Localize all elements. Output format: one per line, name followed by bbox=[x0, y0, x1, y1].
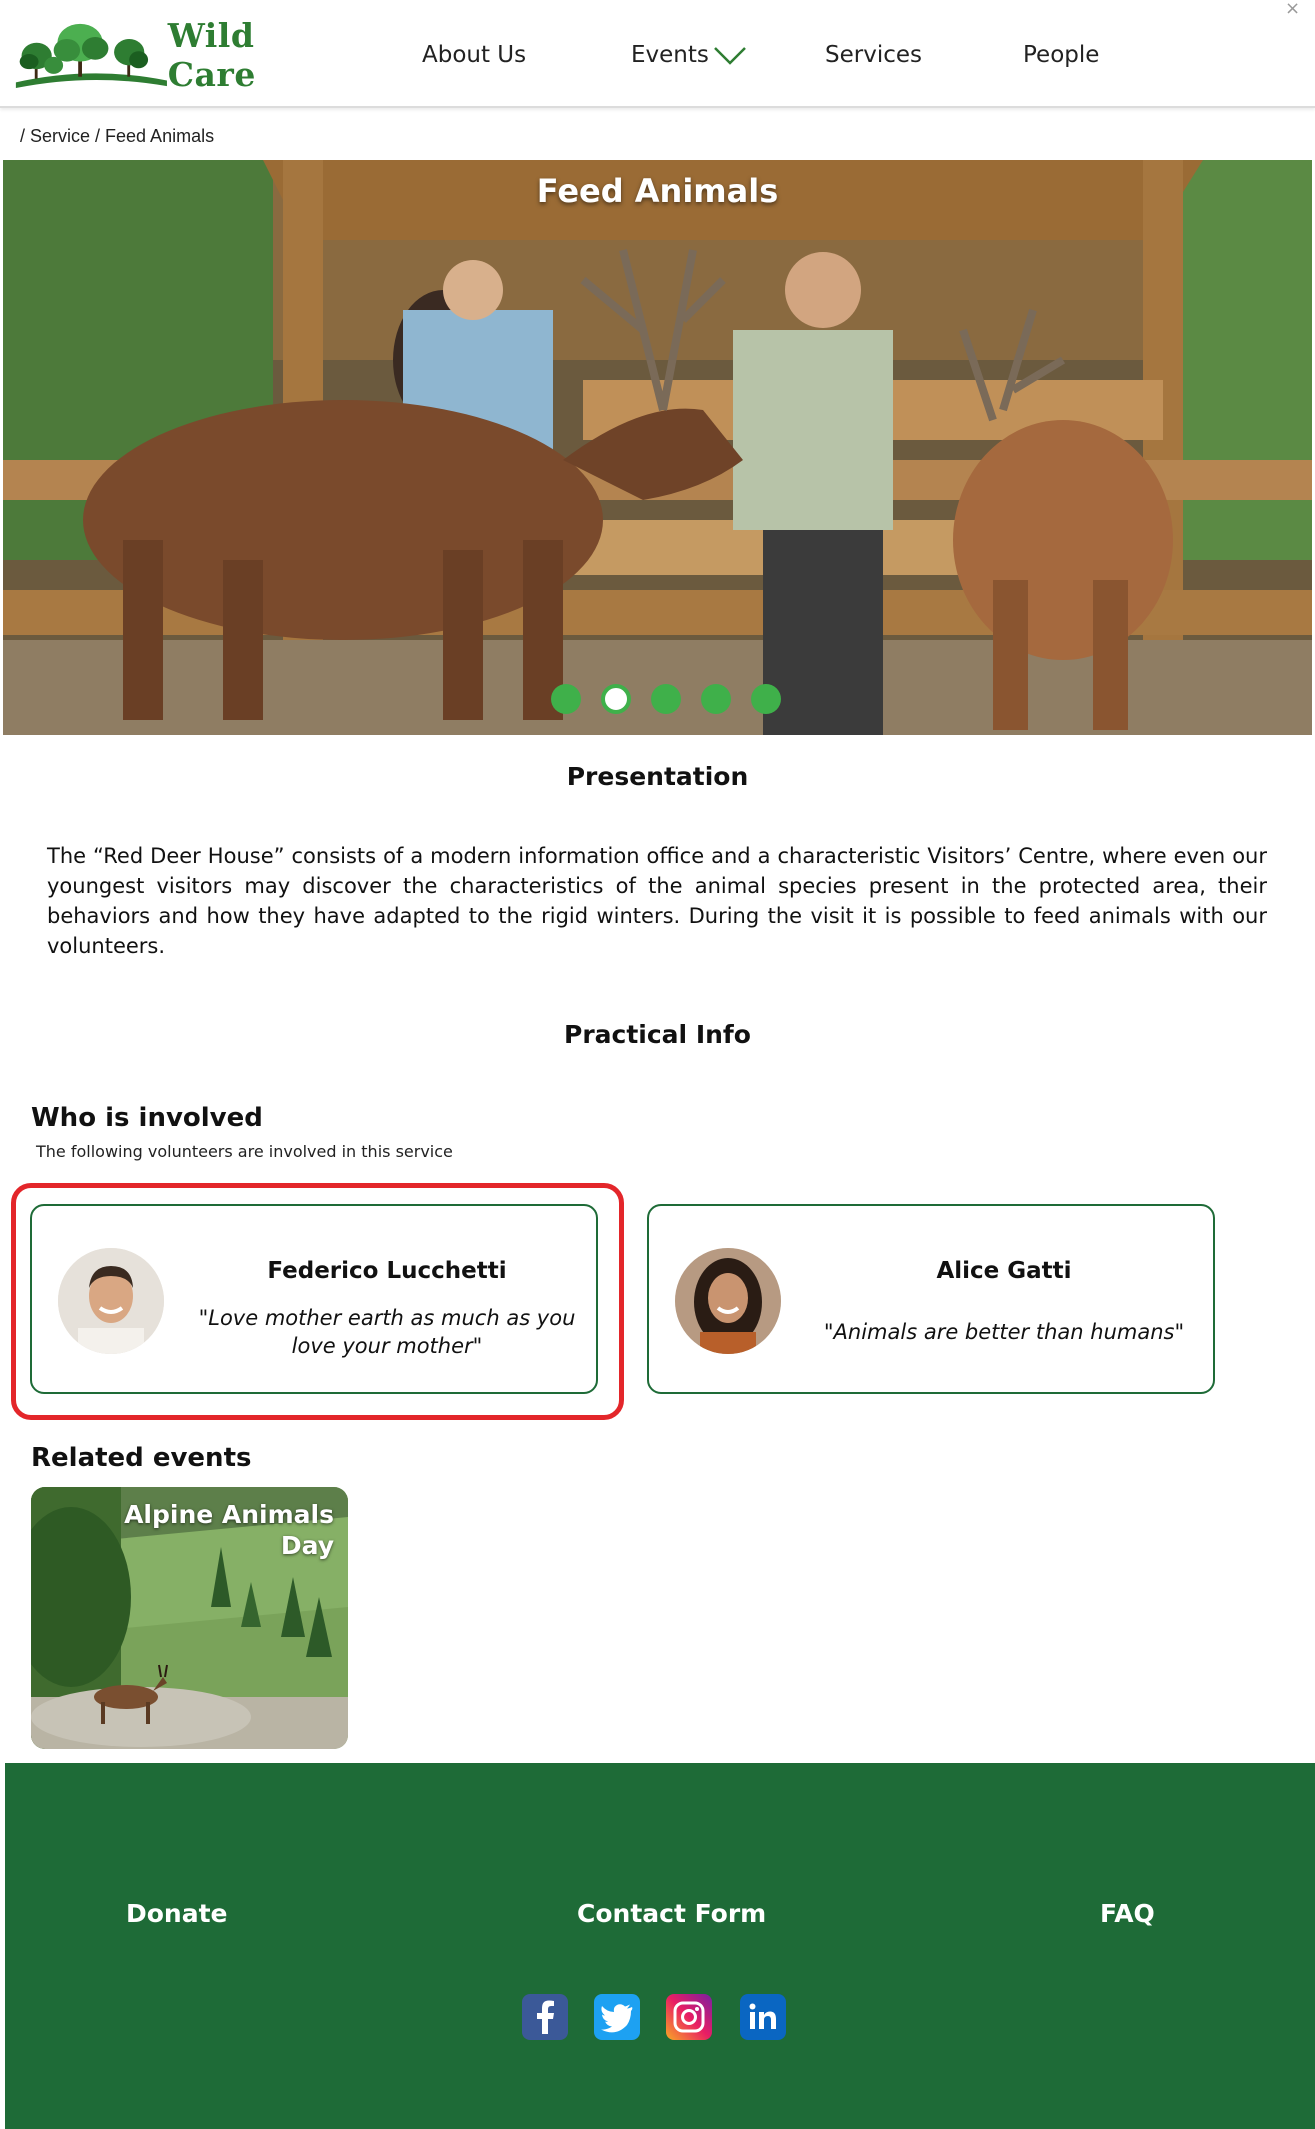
nav-about-us[interactable]: About Us bbox=[422, 42, 526, 68]
presentation-text: The “Red Deer House” consists of a moder… bbox=[47, 844, 1267, 958]
logo-text: Wild Care bbox=[167, 16, 256, 94]
related-event-card[interactable]: Alpine Animals Day bbox=[31, 1487, 348, 1749]
carousel-dot-3[interactable] bbox=[651, 684, 681, 714]
site-header: Wild Care About Us Events Services Peopl… bbox=[0, 0, 1315, 108]
footer-faq-link[interactable]: FAQ bbox=[1100, 1899, 1155, 1928]
volunteer-card[interactable]: Alice Gatti "Animals are better than hum… bbox=[647, 1204, 1215, 1394]
trees-logo-icon bbox=[15, 23, 167, 89]
linkedin-icon[interactable] bbox=[740, 1994, 786, 2040]
carousel-dot-2[interactable] bbox=[601, 684, 631, 714]
site-footer: Donate Contact Form FAQ bbox=[5, 1763, 1315, 2129]
volunteer-name: Federico Lucchetti bbox=[267, 1258, 507, 1284]
nav-events[interactable]: Events bbox=[631, 42, 709, 68]
nav-people[interactable]: People bbox=[1023, 42, 1099, 68]
close-icon[interactable]: × bbox=[1285, 0, 1300, 19]
practical-info-heading[interactable]: Practical Info bbox=[0, 1020, 1315, 1049]
avatar bbox=[58, 1248, 164, 1354]
breadcrumb[interactable]: / Service / Feed Animals bbox=[20, 126, 214, 147]
volunteer-quote: "Animals are better than humans" bbox=[823, 1320, 1185, 1344]
carousel-dots bbox=[551, 684, 781, 714]
twitter-icon[interactable] bbox=[594, 1994, 640, 2040]
volunteer-quote: "Love mother earth as much as you love y… bbox=[198, 1306, 576, 1358]
footer-contact-form-link[interactable]: Contact Form bbox=[577, 1899, 766, 1928]
carousel-dot-5[interactable] bbox=[751, 684, 781, 714]
carousel-dot-1[interactable] bbox=[551, 684, 581, 714]
site-logo[interactable]: Wild Care bbox=[14, 16, 344, 94]
hero-image bbox=[3, 160, 1312, 735]
hero-carousel: Feed Animals bbox=[3, 160, 1312, 735]
volunteer-card[interactable]: Federico Lucchetti "Love mother earth as… bbox=[30, 1204, 598, 1394]
who-is-involved-heading: Who is involved bbox=[31, 1103, 263, 1133]
chevron-down-icon[interactable] bbox=[713, 44, 747, 68]
event-title: Alpine Animals Day bbox=[124, 1500, 334, 1560]
facebook-icon[interactable] bbox=[522, 1994, 568, 2040]
presentation-heading: Presentation bbox=[566, 762, 749, 791]
who-is-involved-subtitle: The following volunteers are involved in… bbox=[36, 1142, 453, 1161]
related-events-heading: Related events bbox=[31, 1443, 252, 1473]
nav-services[interactable]: Services bbox=[825, 42, 922, 68]
carousel-dot-4[interactable] bbox=[701, 684, 731, 714]
footer-donate-link[interactable]: Donate bbox=[126, 1899, 228, 1928]
avatar bbox=[675, 1248, 781, 1354]
volunteer-name: Alice Gatti bbox=[936, 1258, 1072, 1284]
hero-title: Feed Animals bbox=[536, 172, 779, 210]
instagram-icon[interactable] bbox=[666, 1994, 712, 2040]
